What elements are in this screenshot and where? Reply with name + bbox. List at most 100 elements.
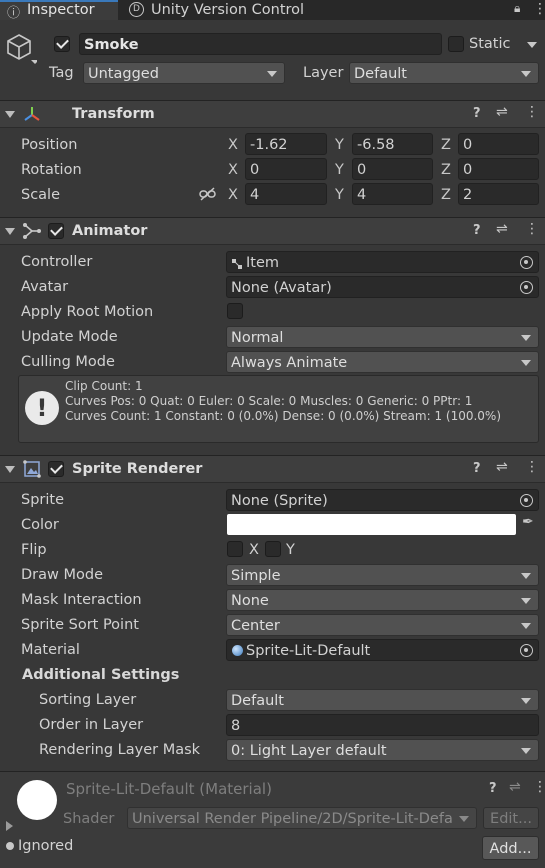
- order-in-layer-field[interactable]: 8: [226, 714, 539, 736]
- update-mode-dropdown[interactable]: Normal: [226, 326, 539, 348]
- additional-settings-label[interactable]: Additional Settings: [22, 668, 179, 683]
- presets-icon[interactable]: ⇌: [496, 221, 508, 237]
- kebab-menu-icon[interactable]: ⋮: [525, 104, 539, 120]
- chevron-down-icon: [459, 816, 469, 822]
- kebab-menu-icon[interactable]: ⋮: [525, 459, 539, 475]
- culling-mode-dropdown[interactable]: Always Animate: [226, 351, 539, 373]
- sprite-sort-point-dropdown[interactable]: Center: [226, 614, 539, 636]
- material-section-title: Sprite-Lit-Default (Material): [66, 780, 272, 798]
- help-icon[interactable]: ?: [473, 106, 481, 121]
- object-picker-icon[interactable]: [520, 281, 533, 294]
- position-y-field[interactable]: -6.58: [352, 133, 433, 155]
- lock-icon[interactable]: 🔒︎: [514, 1, 520, 16]
- edit-shader-button[interactable]: Edit...: [483, 807, 539, 829]
- active-checkbox[interactable]: [54, 36, 70, 52]
- presets-icon[interactable]: ⇌: [496, 459, 508, 475]
- help-icon[interactable]: ?: [489, 781, 497, 796]
- animator-enabled-checkbox[interactable]: [48, 223, 64, 239]
- controller-field[interactable]: Item: [226, 251, 539, 273]
- chevron-down-icon: [521, 335, 531, 341]
- mask-interaction-dropdown[interactable]: None: [226, 589, 539, 611]
- object-picker-icon[interactable]: [520, 256, 533, 269]
- material-value: Sprite-Lit-Default: [246, 643, 371, 659]
- foldout-arrow-icon[interactable]: [5, 228, 15, 235]
- position-x-label[interactable]: X: [228, 138, 238, 153]
- gameobject-icon[interactable]: [5, 32, 39, 68]
- flip-x-checkbox[interactable]: [227, 541, 243, 557]
- presets-icon[interactable]: ⇌: [496, 104, 508, 120]
- scale-z-label[interactable]: Z: [441, 188, 451, 203]
- version-control-icon: D: [129, 2, 144, 17]
- scale-x-value: 4: [250, 187, 260, 203]
- rotation-z-field[interactable]: 0: [458, 158, 539, 180]
- scale-x-field[interactable]: 4: [245, 183, 327, 205]
- sprite-renderer-enabled-checkbox[interactable]: [48, 461, 64, 477]
- object-name-field[interactable]: Smoke: [79, 33, 442, 55]
- layer-dropdown[interactable]: Default: [349, 62, 539, 84]
- kebab-menu-icon[interactable]: ⋮: [525, 221, 539, 237]
- color-label: Color: [21, 517, 59, 533]
- scale-x-label[interactable]: X: [228, 188, 238, 203]
- material-field[interactable]: Sprite-Lit-Default: [226, 639, 539, 661]
- controller-label: Controller: [21, 254, 93, 270]
- avatar-field[interactable]: None (Avatar): [226, 276, 539, 298]
- animator-controller-icon: [232, 257, 243, 269]
- rotation-z-value: 0: [463, 162, 473, 178]
- scale-y-field[interactable]: 4: [352, 183, 433, 205]
- ignored-radio-icon[interactable]: [6, 842, 14, 850]
- rotation-z-label[interactable]: Z: [441, 163, 451, 178]
- sprite-sort-point-label: Sprite Sort Point: [21, 617, 139, 633]
- rotation-y-field[interactable]: 0: [352, 158, 433, 180]
- sprite-field[interactable]: None (Sprite): [226, 489, 539, 511]
- flip-y-label: Y: [286, 542, 295, 558]
- kebab-menu-icon[interactable]: ⋮: [533, 1, 545, 17]
- rendering-layer-mask-dropdown[interactable]: 0: Light Layer default: [226, 739, 539, 761]
- help-icon[interactable]: ?: [473, 223, 481, 238]
- foldout-arrow-icon[interactable]: [5, 111, 15, 118]
- object-picker-icon[interactable]: [520, 494, 533, 507]
- static-dropdown-arrow[interactable]: [527, 42, 537, 48]
- presets-icon[interactable]: ⇌: [509, 779, 521, 795]
- sprite-value: None (Sprite): [231, 493, 328, 509]
- color-swatch[interactable]: [227, 514, 516, 535]
- position-label: Position: [21, 137, 78, 153]
- scale-label: Scale: [21, 187, 61, 203]
- material-sphere-icon: [232, 645, 243, 656]
- add-button[interactable]: Add...: [482, 836, 539, 860]
- tag-dropdown[interactable]: Untagged: [83, 62, 285, 84]
- shader-dropdown[interactable]: Universal Render Pipeline/2D/Sprite-Lit-…: [127, 807, 477, 829]
- kebab-menu-icon[interactable]: ⋮: [533, 779, 545, 795]
- static-checkbox[interactable]: [448, 36, 464, 52]
- foldout-arrow-icon[interactable]: [5, 466, 15, 473]
- sorting-layer-dropdown[interactable]: Default: [226, 689, 539, 711]
- tag-value: Untagged: [88, 66, 159, 82]
- help-icon[interactable]: ?: [473, 461, 481, 476]
- material-label: Material: [21, 642, 80, 658]
- info-curves-count: Curves Count: 1 Constant: 0 (0.0%) Dense…: [65, 409, 502, 423]
- scale-y-label[interactable]: Y: [335, 188, 344, 203]
- draw-mode-dropdown[interactable]: Simple: [226, 564, 539, 586]
- material-preview-icon: [17, 780, 57, 820]
- position-z-field[interactable]: 0: [458, 133, 539, 155]
- rotation-x-label[interactable]: X: [228, 163, 238, 178]
- rendering-layer-mask-label: Rendering Layer Mask: [39, 742, 201, 758]
- order-in-layer-value: 8: [231, 718, 241, 734]
- chevron-down-icon: [521, 598, 531, 604]
- object-picker-icon[interactable]: [520, 644, 533, 657]
- eyedropper-icon[interactable]: ✒︎: [522, 514, 534, 530]
- position-x-field[interactable]: -1.62: [245, 133, 327, 155]
- rotation-x-field[interactable]: 0: [245, 158, 327, 180]
- foldout-collapsed-icon[interactable]: [6, 821, 13, 831]
- position-z-label[interactable]: Z: [441, 138, 451, 153]
- flip-y-checkbox[interactable]: [265, 541, 281, 557]
- rotation-y-label[interactable]: Y: [335, 163, 344, 178]
- info-curves-pos: Curves Pos: 0 Quat: 0 Euler: 0 Scale: 0 …: [65, 394, 473, 408]
- position-y-label[interactable]: Y: [335, 138, 344, 153]
- apply-root-motion-checkbox[interactable]: [227, 303, 243, 319]
- sorting-layer-value: Default: [231, 693, 284, 709]
- scale-z-field[interactable]: 2: [458, 183, 539, 205]
- culling-mode-value: Always Animate: [231, 355, 348, 371]
- animator-title: Animator: [72, 223, 148, 239]
- update-mode-label: Update Mode: [21, 329, 118, 345]
- unlinked-scale-icon[interactable]: [199, 187, 216, 205]
